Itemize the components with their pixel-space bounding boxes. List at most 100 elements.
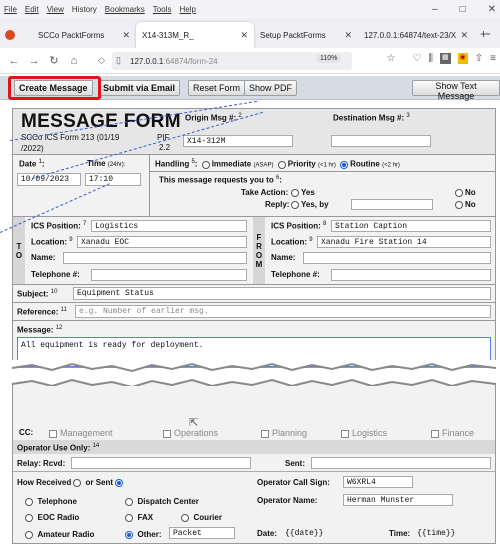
close-tab-icon[interactable]: ✕ — [240, 30, 248, 41]
from-ics-position-input[interactable]: Station Caption — [331, 220, 491, 232]
tab-scco-packitforms[interactable]: SCCo PacktForms ✕ — [20, 22, 136, 48]
back-icon[interactable]: ← — [4, 55, 24, 67]
cc-logistics-checkbox[interactable] — [341, 429, 349, 438]
menu-edit[interactable]: Edit — [25, 5, 39, 14]
firefox-view-tab[interactable] — [0, 22, 20, 48]
share-icon[interactable]: ⇧ — [475, 53, 483, 64]
reply-by-input[interactable] — [351, 199, 433, 210]
reply-label: Reply: — [265, 200, 290, 209]
received-radio[interactable] — [73, 478, 82, 487]
menu-bookmarks[interactable]: Bookmarks — [105, 5, 145, 14]
take-action-no-radio[interactable] — [455, 188, 463, 197]
tab-bar: SCCo PacktForms ✕ X14-313M_R_ ✕ Setup Pa… — [0, 18, 500, 48]
time-label: Time: — [389, 529, 411, 538]
cc-operations-checkbox[interactable] — [163, 429, 171, 438]
home-icon[interactable]: ⌂ — [64, 55, 84, 67]
subject-input[interactable]: Equipment Status — [73, 287, 491, 300]
forward-icon[interactable]: → — [24, 55, 44, 67]
message-form-bottom: ⇱ CC: Management Operations Planning Log… — [12, 386, 496, 544]
time-input[interactable]: 17:10 — [85, 173, 141, 186]
page-info-icon[interactable]: ▯ — [116, 55, 121, 66]
to-telephone-input[interactable] — [91, 269, 247, 281]
reply-no-radio[interactable] — [455, 200, 463, 209]
reference-input[interactable]: e.g. Number of earlier msg. — [75, 305, 491, 318]
from-ics-position-label: ICS Position: 8 — [271, 221, 327, 231]
destination-msg-input[interactable] — [331, 135, 431, 147]
shield-icon[interactable]: ◇ — [98, 55, 105, 66]
to-ics-position-input[interactable]: Logistics — [91, 220, 247, 232]
to-name-label: Name: — [31, 253, 56, 262]
tab-x14-313m[interactable]: X14-313M_R_ ✕ — [136, 22, 254, 48]
courier-radio[interactable] — [181, 513, 189, 522]
operator-name-label: Operator Name: — [257, 496, 318, 505]
library-icon[interactable]: ⫼ — [428, 53, 433, 64]
to-location-input[interactable]: Xanadu EOC — [77, 236, 247, 248]
time-template[interactable]: {{time}} — [417, 529, 455, 538]
other-input[interactable]: Packet — [169, 527, 235, 539]
eoc-radio-radio[interactable] — [25, 513, 33, 522]
close-tab-icon[interactable]: ✕ — [344, 30, 352, 41]
tab-label: X14-313M_R_ — [142, 30, 194, 40]
cc-management-checkbox[interactable] — [49, 429, 57, 438]
menu-view[interactable]: View — [47, 5, 64, 14]
form-title: MESSAGE FORM — [21, 111, 181, 132]
from-telephone-label: Telephone #: — [271, 270, 320, 279]
tab-setup-packitforms[interactable]: Setup PacktForms ✕ — [254, 22, 358, 48]
dispatch-center-radio[interactable] — [125, 497, 133, 506]
addon-icon[interactable]: ◉ — [457, 53, 468, 64]
priority-radio[interactable] — [277, 160, 286, 169]
cc-finance-checkbox[interactable] — [431, 429, 439, 438]
minimize-icon[interactable]: – — [432, 4, 438, 15]
cc-label: CC: — [19, 428, 34, 437]
reload-icon[interactable]: ↻ — [44, 54, 64, 67]
show-pdf-button[interactable]: Show PDF — [244, 80, 298, 96]
sent-radio[interactable] — [115, 478, 124, 487]
date-label: Date 1: — [19, 159, 45, 169]
from-name-input[interactable] — [303, 252, 491, 264]
telephone-radio[interactable] — [25, 497, 33, 506]
to-name-input[interactable] — [63, 252, 247, 264]
eoc-radio-option: EOC Radio — [23, 512, 79, 522]
maximize-icon[interactable]: □ — [460, 4, 466, 15]
fax-radio[interactable] — [125, 513, 133, 522]
date-template[interactable]: {{date}} — [285, 529, 323, 538]
to-label: T O — [13, 217, 25, 284]
show-text-message-button[interactable]: Show Text Message — [412, 80, 500, 101]
extension-icon[interactable]: ▦ — [440, 53, 451, 64]
close-tab-icon[interactable]: ✕ — [460, 30, 468, 41]
highlight-box — [8, 76, 101, 100]
menu-file[interactable]: File — [4, 5, 17, 14]
menu-tools[interactable]: Tools — [153, 5, 172, 14]
origin-msg-input[interactable]: X14-312M — [183, 135, 293, 147]
operator-call-sign-label: Operator Call Sign: — [257, 478, 330, 487]
to-location-label: Location: 9 — [31, 237, 73, 247]
pocket-icon[interactable]: ♡ — [412, 53, 421, 64]
call-sign-input[interactable]: W6XRL4 — [343, 476, 413, 488]
menu-history[interactable]: History — [72, 5, 97, 14]
zoom-level[interactable]: 110% — [316, 54, 342, 63]
close-tab-icon[interactable]: ✕ — [122, 30, 130, 41]
date-input[interactable]: 10/09/2023 — [17, 173, 81, 186]
app-menu-icon[interactable]: ≡ — [490, 53, 496, 64]
reply-yes-radio[interactable] — [291, 200, 299, 209]
from-location-input[interactable]: Xanadu Fire Station 14 — [317, 236, 491, 248]
operator-name-input[interactable]: Herman Munster — [343, 494, 453, 506]
rcvd-input[interactable] — [71, 457, 251, 469]
date-label: Date: — [257, 529, 278, 538]
cc-planning-checkbox[interactable] — [261, 429, 269, 438]
from-name-label: Name: — [271, 253, 296, 262]
take-action-yes-radio[interactable] — [291, 188, 299, 197]
tab-text-23[interactable]: 127.0.0.1:64874/text-23/X ✕ — [358, 22, 474, 48]
other-radio[interactable] — [125, 530, 133, 539]
reset-form-button[interactable]: Reset Form — [188, 80, 246, 96]
submit-via-email-button[interactable]: Submit via Email — [98, 80, 181, 96]
close-window-icon[interactable]: ✕ — [488, 4, 496, 15]
immediate-radio[interactable] — [201, 160, 210, 169]
bookmark-star-icon[interactable]: ☆ — [386, 53, 395, 64]
amateur-radio-radio[interactable] — [25, 530, 33, 539]
list-tabs-icon[interactable]: ⌄ — [484, 27, 492, 38]
from-telephone-input[interactable] — [331, 269, 491, 281]
sent-input[interactable] — [311, 457, 491, 469]
routine-radio[interactable] — [340, 160, 349, 169]
menu-help[interactable]: Help — [179, 5, 195, 14]
